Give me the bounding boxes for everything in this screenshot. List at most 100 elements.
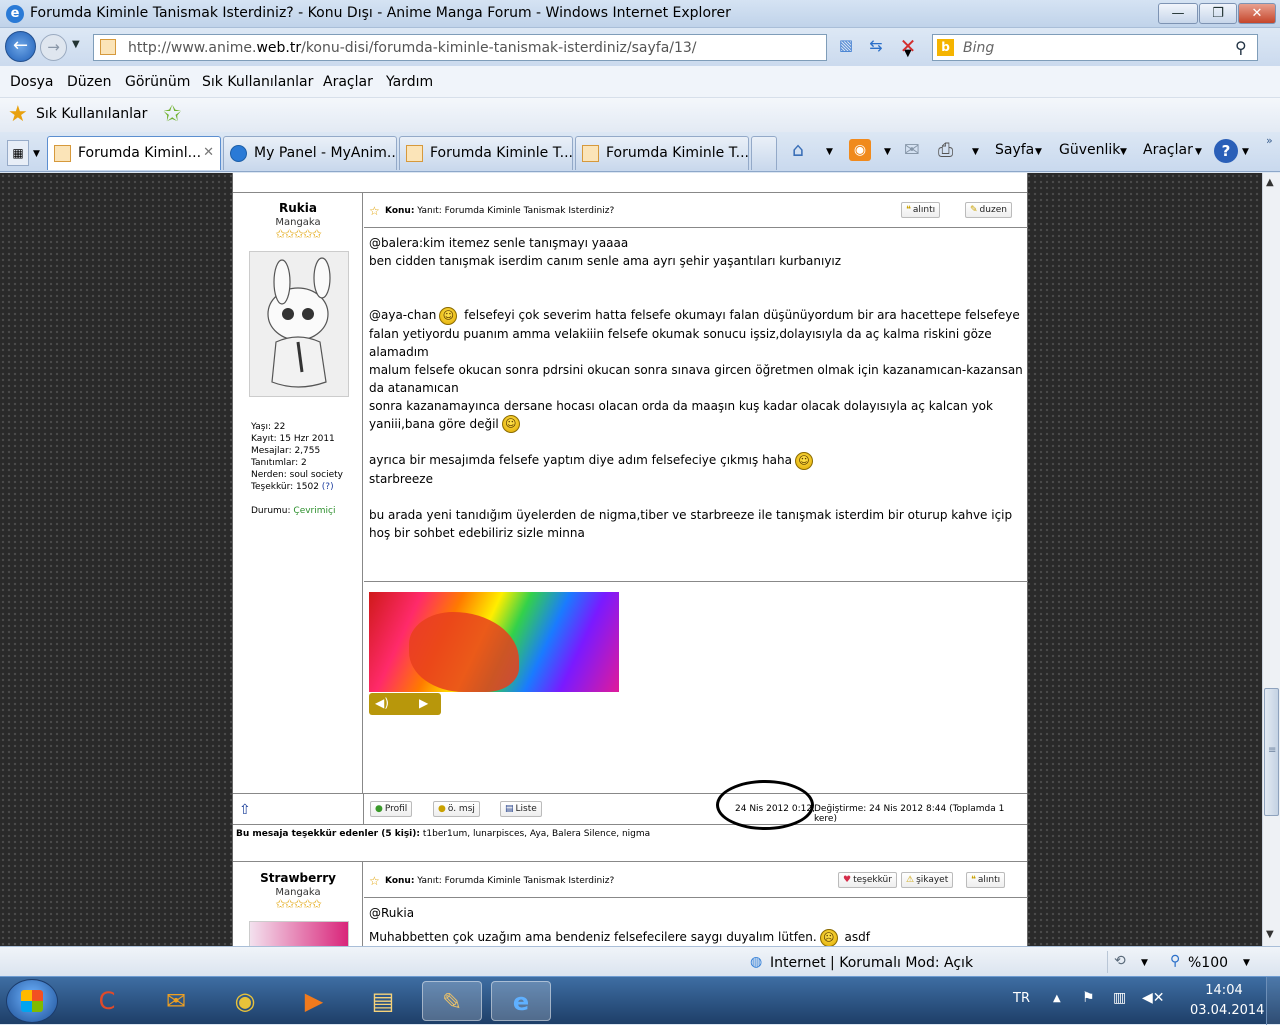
- scroll-up-icon[interactable]: ▲: [1266, 177, 1274, 188]
- start-button[interactable]: [6, 979, 58, 1023]
- maximize-button[interactable]: ❐: [1199, 3, 1237, 24]
- feed-dropdown-icon[interactable]: ▼: [884, 147, 891, 157]
- tools-dropdown-icon[interactable]: ▼: [1195, 147, 1202, 157]
- print-dropdown-icon[interactable]: ▼: [972, 147, 979, 157]
- security-menu-button[interactable]: Güvenlik: [1059, 142, 1120, 158]
- menu-araclar[interactable]: Araçlar: [323, 74, 373, 90]
- play-icon[interactable]: ▶: [419, 696, 428, 710]
- edit-icon: ✎: [970, 205, 978, 215]
- quick-tabs-icon[interactable]: ▦: [7, 140, 29, 166]
- clock-date[interactable]: 03.04.2014: [1190, 1003, 1264, 1018]
- quote-icon: ❝: [971, 875, 976, 885]
- minimize-button[interactable]: —: [1158, 3, 1198, 24]
- volume-muted-icon[interactable]: ◀✕: [1142, 990, 1165, 1006]
- search-field[interactable]: b Bing ⚲: [932, 34, 1258, 61]
- help-dropdown-icon[interactable]: ▼: [1242, 147, 1249, 157]
- tab-my-panel[interactable]: My Panel - MyAnim...: [223, 136, 397, 170]
- user-location: Nerden: soul society: [251, 470, 343, 480]
- refresh-icon[interactable]: ⇆: [866, 36, 886, 56]
- scroll-down-icon[interactable]: ▼: [1266, 929, 1274, 940]
- action-center-icon[interactable]: ⚑: [1082, 990, 1095, 1006]
- address-field[interactable]: http://www.anime.web.tr/konu-disi/forumd…: [93, 34, 912, 61]
- back-to-top-icon[interactable]: ⇧: [239, 802, 251, 818]
- favorites-button[interactable]: Sık Kullanılanlar: [36, 106, 147, 122]
- show-desktop-button[interactable]: [1266, 977, 1280, 1025]
- tools-menu-button[interactable]: Araçlar: [1143, 142, 1193, 158]
- thanks-help-link[interactable]: (?): [322, 482, 334, 492]
- outlook-icon[interactable]: ✉: [146, 981, 206, 1021]
- thanks-count: Teşekkür: 1502: [251, 482, 322, 492]
- private-message-button[interactable]: ● ö. msj: [433, 801, 480, 817]
- popup-blocker-icon[interactable]: ⟲: [1114, 953, 1126, 969]
- chrome-icon[interactable]: ◉: [215, 981, 275, 1021]
- language-indicator[interactable]: TR: [1013, 991, 1030, 1006]
- thanks-button[interactable]: ♥ teşekkür: [838, 872, 897, 888]
- menu-favorites[interactable]: Sık Kullanılanlar: [202, 74, 313, 90]
- rss-feed-icon[interactable]: ◉: [849, 139, 871, 161]
- zoom-dropdown-icon[interactable]: ▼: [1243, 958, 1250, 968]
- quote-button[interactable]: ❝ alıntı: [966, 872, 1006, 888]
- home-dropdown-icon[interactable]: ▼: [826, 147, 833, 157]
- report-button[interactable]: ⚠ şikayet: [901, 872, 954, 888]
- site-favicon-icon: [100, 39, 116, 55]
- post-line: ayrıca bir mesajımda felsefe yaptım diye…: [369, 451, 1023, 470]
- page-menu-button[interactable]: Sayfa: [995, 142, 1034, 158]
- tab-forumda-3[interactable]: Forumda Kiminle T...: [575, 136, 749, 170]
- menu-yardim[interactable]: Yardım: [386, 74, 433, 90]
- bing-icon: b: [937, 39, 954, 56]
- search-icon[interactable]: ⚲: [1235, 38, 1247, 57]
- forum-thread: Rukia Mangaka ✩✩✩✩✩ Yaşı: 22 Kayıt: 15 H…: [232, 173, 1028, 946]
- favorites-star-icon[interactable]: ★: [8, 102, 28, 127]
- vertical-scrollbar[interactable]: ▲ ≡ ▼: [1262, 173, 1280, 946]
- list-button[interactable]: ▤ Liste: [500, 801, 542, 817]
- file-explorer-icon[interactable]: ▤: [353, 981, 413, 1021]
- tab-close-icon[interactable]: ✕: [203, 137, 214, 169]
- quote-button[interactable]: ❝ alıntı: [901, 202, 941, 218]
- tab-list-dropdown-icon[interactable]: ▼: [33, 149, 40, 159]
- post-username[interactable]: Strawberry: [233, 871, 363, 885]
- clock-time[interactable]: 14:04: [1198, 983, 1250, 998]
- new-tab-button[interactable]: [751, 136, 777, 170]
- toolbar-overflow-icon[interactable]: »: [1266, 134, 1273, 147]
- ccleaner-icon[interactable]: C: [77, 981, 137, 1021]
- post-username[interactable]: Rukia: [233, 201, 363, 215]
- network-icon[interactable]: ▥: [1113, 990, 1126, 1006]
- compatibility-view-icon[interactable]: ▧: [836, 36, 856, 56]
- history-dropdown-icon[interactable]: ▼: [72, 39, 80, 50]
- signature-audio-player[interactable]: ◀) ▶: [369, 693, 441, 715]
- security-dropdown-icon[interactable]: ▼: [1120, 147, 1127, 157]
- scrollbar-thumb[interactable]: ≡: [1264, 688, 1279, 816]
- add-favorite-icon[interactable]: ✩: [163, 102, 181, 127]
- speaker-icon[interactable]: ◀): [375, 696, 389, 710]
- status-dropdown-icon[interactable]: ▼: [1141, 958, 1148, 968]
- internet-explorer-icon[interactable]: e: [491, 981, 551, 1021]
- media-player-icon[interactable]: ▶: [284, 981, 344, 1021]
- menu-dosya[interactable]: Dosya: [10, 74, 54, 90]
- forward-button[interactable]: →: [40, 34, 67, 61]
- url-text[interactable]: http://www.anime.web.tr/konu-disi/forumd…: [128, 40, 697, 56]
- heart-icon: ♥: [843, 875, 852, 885]
- paint-icon[interactable]: ✎: [422, 981, 482, 1021]
- user-info: Yaşı: 22 Kayıt: 15 Hzr 2011 Mesajlar: 2,…: [251, 421, 343, 517]
- show-hidden-icons-icon[interactable]: ▲: [1053, 993, 1061, 1004]
- page-dropdown-icon[interactable]: ▼: [1035, 147, 1042, 157]
- profile-button[interactable]: ● Profil: [370, 801, 413, 817]
- security-zone-text[interactable]: Internet | Korumalı Mod: Açık: [770, 955, 973, 971]
- help-icon[interactable]: ?: [1214, 139, 1238, 163]
- zoom-level[interactable]: %100: [1188, 955, 1228, 971]
- zoom-icon[interactable]: ⚲: [1170, 953, 1180, 969]
- mail-icon[interactable]: ✉: [904, 139, 920, 161]
- window-title: Forumda Kiminle Tanismak Isterdiniz? - K…: [30, 5, 731, 21]
- close-button[interactable]: ✕: [1238, 3, 1276, 24]
- browser-window: e Forumda Kiminle Tanismak Isterdiniz? -…: [0, 0, 1280, 1025]
- home-icon[interactable]: ⌂: [792, 139, 804, 161]
- menu-duzen[interactable]: Düzen: [67, 74, 112, 90]
- post-subject: Konu: Yanıt: Forumda Kiminle Tanismak Is…: [385, 206, 615, 216]
- menu-gorunum[interactable]: Görünüm: [125, 74, 190, 90]
- edit-button[interactable]: ✎ duzen: [965, 202, 1012, 218]
- tab-forumda-2[interactable]: Forumda Kiminle T...: [399, 136, 573, 170]
- back-button[interactable]: ←: [5, 31, 36, 62]
- tab-forumda-1[interactable]: Forumda Kiminl... ✕: [47, 136, 221, 170]
- print-icon[interactable]: ⎙: [938, 139, 953, 161]
- stop-icon[interactable]: ✕: [897, 34, 919, 58]
